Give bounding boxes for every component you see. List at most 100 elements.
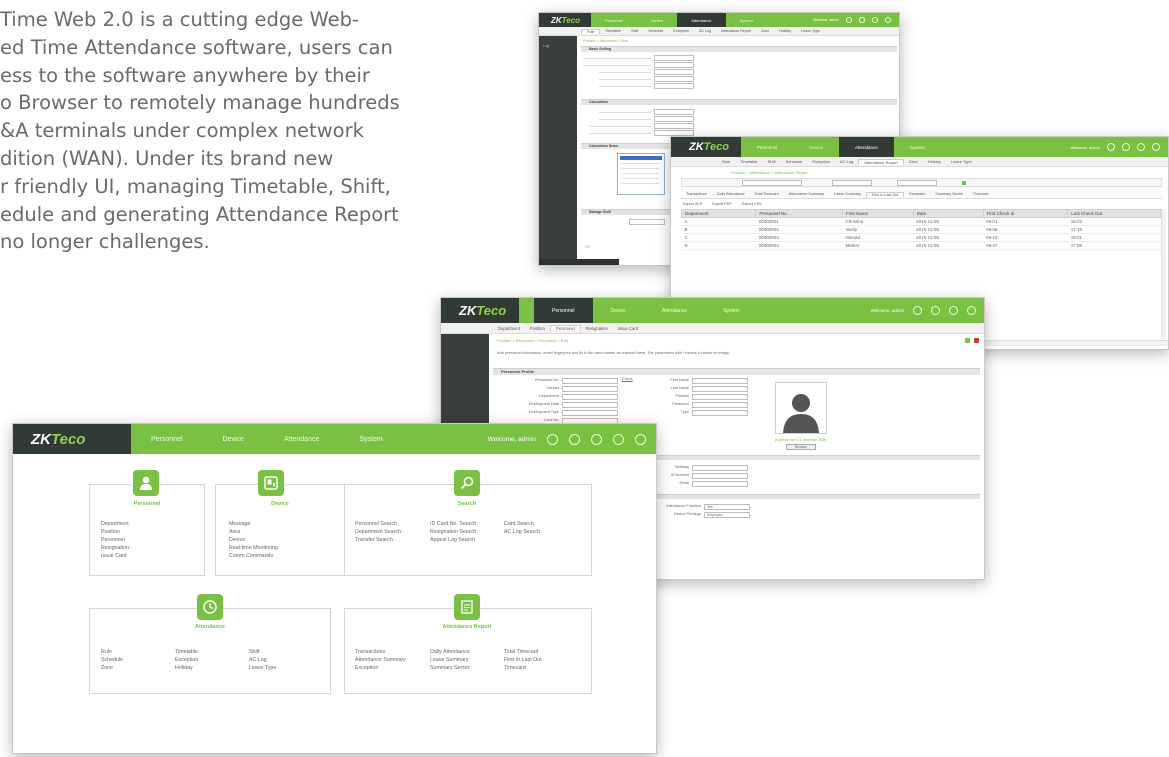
rule-field[interactable] [654,62,694,68]
export-button[interactable]: Export XLS [683,202,702,206]
card-link[interactable]: Personnel Search [355,520,401,528]
card-link[interactable]: Device [229,536,278,544]
card-link[interactable]: Zone [101,664,123,672]
field-input[interactable] [692,378,748,384]
field-input[interactable] [692,394,748,400]
table-row[interactable]: D 00000004 Marlen 2015-11-05 08:47 17:58 [681,241,1161,250]
card-link[interactable]: Total Timecard [504,648,542,656]
tab-item[interactable]: Department [493,326,525,331]
tab-item[interactable]: Schedule [781,159,808,164]
close-icon[interactable] [974,338,979,343]
power-icon[interactable] [635,433,646,445]
settings-icon[interactable] [913,306,922,315]
tab-item[interactable]: Zone [756,29,774,33]
table-row[interactable]: A 00000001 Christina 2015-11-05 09:01 18:02 [681,217,1161,226]
end-date-field[interactable] [897,180,937,186]
card-link[interactable]: Card Search [504,520,540,528]
card-link[interactable]: Exception [355,664,406,672]
card-link[interactable]: Timetable [175,648,198,656]
tab-item[interactable]: Attendance Summary [784,192,829,196]
ok-button[interactable]: OK [585,245,591,249]
tab-item[interactable]: Leave Type [946,159,977,164]
card-link[interactable]: Leave Summary [430,656,470,664]
scrollbar[interactable] [1161,209,1166,339]
card-link[interactable]: Issue Card [101,552,129,560]
card-link[interactable]: Timecard [504,664,542,672]
card-link[interactable]: Schedule [101,656,123,664]
card-link[interactable]: Summary Sector [430,664,470,672]
nav-attendance[interactable]: Attendance [264,424,339,454]
nav-personnel[interactable]: Personnel [741,137,793,157]
field-input[interactable] [692,410,748,416]
user-icon[interactable] [613,433,624,445]
report-icon[interactable] [454,594,480,620]
field-input[interactable] [692,386,748,392]
tab-item[interactable]: First In Last Out [865,191,905,197]
tab-item[interactable]: Exception [668,29,694,33]
help-icon[interactable] [859,17,865,23]
start-date-field[interactable] [832,180,872,186]
tab-item[interactable]: Resignation [581,326,613,331]
tab-item[interactable]: Exception [807,159,835,164]
column-header[interactable]: First Check In [982,209,1069,218]
card-link[interactable]: Resignation [101,544,129,552]
card-link[interactable]: First In Last Out [504,656,542,664]
tab-item[interactable]: Holiday [923,159,946,164]
power-icon[interactable] [967,306,976,315]
card-link[interactable]: Daily Attendance [430,648,470,656]
tab-item[interactable]: Holiday [774,29,796,33]
field-input[interactable] [562,386,618,392]
search-icon[interactable] [454,470,480,496]
card-link[interactable]: Area [229,528,278,536]
table-row[interactable]: B 00000002 Vasily 2015-11-05 08:58 17:45 [681,225,1161,234]
power-icon[interactable] [885,17,891,23]
clock-icon[interactable] [197,594,223,620]
tab-item[interactable]: Leave Type [796,29,825,33]
tab-item[interactable]: Leave Summary [829,192,866,196]
tab-item[interactable]: Shift [763,159,781,164]
nav-device[interactable]: Device [793,137,839,157]
tab-item[interactable]: Timetable [600,29,626,33]
nav-attendance[interactable]: Attendance [839,137,894,157]
nav-attendance[interactable]: Attendance [644,298,705,323]
rule-field[interactable] [654,83,694,89]
nav-personnel[interactable]: Personnel [131,424,203,454]
card-link[interactable]: Attendance Summary [355,656,406,664]
card-link[interactable]: Comm Commands [229,552,278,560]
tab-item[interactable]: Shift [626,29,643,33]
tab-item[interactable]: Personnel [549,325,581,331]
field-input[interactable] [562,394,618,400]
card-link[interactable]: Shift [249,648,276,656]
card-link[interactable]: Position [101,528,129,536]
card-link[interactable]: Appeal Log Search [430,536,476,544]
settings-icon[interactable] [547,433,558,445]
tab-item[interactable]: Attendance Report [858,158,904,165]
help-icon[interactable] [1122,143,1130,151]
field-select[interactable]: Employee [704,512,750,518]
field-input[interactable] [692,402,748,408]
tab-item[interactable]: Schedule [643,29,668,33]
card-link[interactable]: Message [229,520,278,528]
tab-item[interactable]: Attendance Report [716,29,756,33]
settings-icon[interactable] [846,17,852,23]
nav-personnel[interactable]: Personnel [534,298,593,323]
info-icon[interactable] [591,433,602,445]
tab-item[interactable]: Position [525,326,550,331]
card-link[interactable]: Department [101,520,129,528]
help-icon[interactable] [931,306,940,315]
personnel-search-field[interactable] [742,180,802,186]
tab-item[interactable]: AC Log [835,159,858,164]
check-link[interactable]: Check [622,377,633,381]
card-link[interactable]: Department Search [355,528,401,536]
tab-item[interactable]: Total Timecard [750,192,784,196]
card-link[interactable]: Transactions [355,648,406,656]
field-select[interactable]: Yes [704,504,750,510]
rule-field[interactable] [654,69,694,75]
info-icon[interactable] [949,306,958,315]
help-icon[interactable] [569,433,580,445]
nav-system[interactable]: System [726,13,767,27]
rule-field[interactable] [654,76,694,82]
sidebar-log[interactable]: Log [539,36,577,56]
card-link[interactable]: Real-time Monitoring [229,544,278,552]
tab-item[interactable]: Exception [904,192,930,196]
